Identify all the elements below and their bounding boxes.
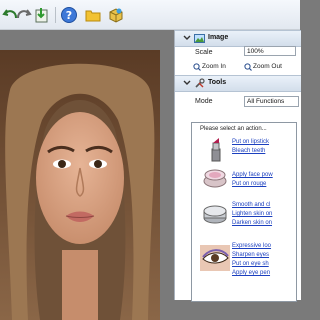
zoom-in-icon bbox=[193, 63, 201, 71]
action-link[interactable]: Darken skin on bbox=[232, 220, 272, 226]
help-icon[interactable]: ? bbox=[60, 6, 78, 24]
export-icon[interactable] bbox=[33, 6, 51, 24]
tools-section-header[interactable]: Tools bbox=[175, 75, 301, 92]
redo-icon[interactable] bbox=[14, 6, 32, 24]
toolbar-separator bbox=[55, 7, 56, 23]
powder-compact-icon bbox=[203, 169, 227, 188]
image-section-title: Image bbox=[208, 34, 229, 41]
lipstick-icon bbox=[211, 138, 221, 162]
collapse-icon[interactable] bbox=[183, 79, 191, 87]
image-icon bbox=[194, 34, 205, 43]
zoom-in-label: Zoom In bbox=[202, 63, 226, 70]
eye-makeup-icon bbox=[200, 245, 230, 271]
image-canvas[interactable] bbox=[0, 30, 173, 320]
zoom-in-button[interactable]: Zoom In bbox=[193, 63, 243, 72]
action-link[interactable]: Bleach teeth bbox=[232, 148, 265, 154]
zoom-out-icon bbox=[244, 63, 252, 71]
scale-input[interactable]: 100% bbox=[244, 46, 296, 56]
action-link[interactable]: Smooth and cl bbox=[232, 202, 270, 208]
actions-prompt: Please select an action... bbox=[200, 126, 267, 132]
zoom-out-label: Zoom Out bbox=[253, 63, 282, 70]
action-link[interactable]: Put on lipstick bbox=[232, 139, 269, 145]
tools-icon bbox=[195, 78, 205, 88]
tools-panel: Image Scale 100% Zoom In Zoom Out Tools … bbox=[174, 30, 301, 302]
portrait-photo bbox=[0, 50, 160, 320]
collapse-icon[interactable] bbox=[183, 34, 191, 42]
action-link[interactable]: Put on eye sh bbox=[232, 261, 269, 267]
actions-list: Please select an action... Put on lipsti… bbox=[191, 122, 297, 302]
image-section-header[interactable]: Image bbox=[175, 30, 301, 47]
main-toolbar: ? bbox=[0, 0, 300, 30]
zoom-out-button[interactable]: Zoom Out bbox=[244, 63, 299, 72]
action-link[interactable]: Lighten skin on bbox=[232, 211, 272, 217]
box-icon[interactable] bbox=[107, 6, 125, 24]
tools-section-title: Tools bbox=[208, 79, 227, 86]
action-link[interactable]: Expressive loo bbox=[232, 243, 271, 249]
folder-icon[interactable] bbox=[84, 6, 102, 24]
action-link[interactable]: Apply eye pen bbox=[232, 270, 270, 276]
action-link[interactable]: Apply face pow bbox=[232, 172, 273, 178]
scale-label: Scale bbox=[195, 49, 213, 56]
action-link[interactable]: Put on rouge bbox=[232, 181, 266, 187]
foundation-jar-icon bbox=[203, 205, 227, 224]
mode-select[interactable]: All Functions bbox=[244, 96, 299, 107]
mode-label: Mode bbox=[195, 98, 213, 105]
svg-text:?: ? bbox=[66, 9, 72, 22]
action-link[interactable]: Sharpen eyes bbox=[232, 252, 269, 258]
